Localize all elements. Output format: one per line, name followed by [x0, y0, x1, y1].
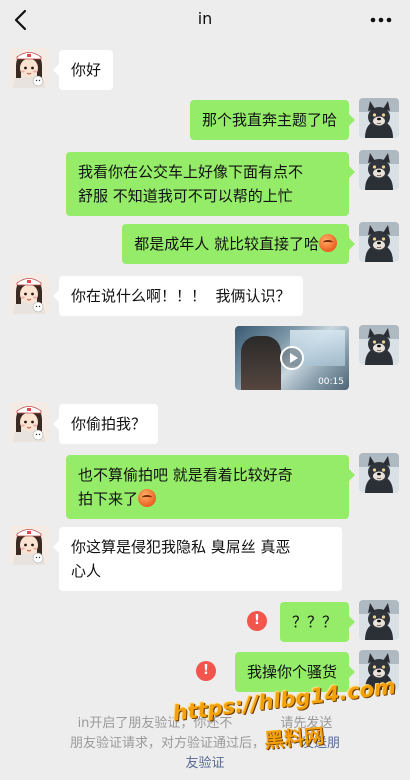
- notice-text: 请先发送: [280, 716, 333, 731]
- message-bubble-incoming[interactable]: 你在说什么啊！！！ 我俩认识？: [53, 276, 303, 316]
- message-text: ？？？: [291, 613, 337, 631]
- video-duration: 00:15: [318, 377, 344, 387]
- chat-title: in: [197, 9, 213, 28]
- contact-avatar[interactable]: [9, 525, 49, 565]
- my-avatar[interactable]: [359, 98, 399, 138]
- message-text-line: 你这算是侵犯我隐私 臭屌丝 真恶: [71, 538, 291, 556]
- message-bubble-incoming[interactable]: 你这算是侵犯我隐私 臭屌丝 真恶 心人: [53, 527, 342, 591]
- contact-avatar[interactable]: [9, 274, 49, 314]
- my-avatar[interactable]: [359, 325, 399, 365]
- message-text: 你偷拍我？: [71, 415, 147, 433]
- contact-avatar[interactable]: [9, 402, 49, 442]
- orange-face-emoji-icon: [319, 234, 337, 252]
- orange-face-emoji-icon: [138, 489, 157, 507]
- message-bubble-outgoing[interactable]: 我操你个骚货: [234, 652, 356, 692]
- ellipsis-icon[interactable]: [368, 8, 394, 32]
- message-bubble-outgoing[interactable]: 那个我直奔主题了哈: [189, 100, 356, 140]
- message-text: 你在说什么啊！！！ 我俩认识？: [71, 287, 291, 305]
- my-avatar[interactable]: [359, 150, 399, 190]
- message-text: 都是成年人 就比较直接了哈: [134, 235, 319, 253]
- message-text-line: 我看你在公交车上好像下面有点不: [78, 163, 304, 181]
- my-avatar[interactable]: [359, 600, 399, 640]
- play-icon[interactable]: [280, 346, 304, 370]
- message-text-line: 心人: [71, 562, 102, 580]
- message-bubble-outgoing[interactable]: ？？？: [279, 602, 356, 642]
- message-text-line: 也不算偷拍吧 就是看着比较好奇: [78, 466, 293, 484]
- message-text: 我操你个骚货: [246, 663, 337, 681]
- send-verification-link[interactable]: 发送朋: [301, 736, 340, 751]
- video-thumbnail-figure: [241, 336, 281, 390]
- message-bubble-outgoing[interactable]: 都是成年人 就比较直接了哈: [122, 224, 355, 264]
- notice-text: 朋友验证请求，对方验证通过后，: [69, 736, 265, 751]
- message-bubble-incoming[interactable]: 你偷拍我？: [52, 404, 159, 444]
- message-bubble-outgoing[interactable]: 我看你在公交车上好像下面有点不 舒服 不知道我可不可以帮的上忙: [66, 152, 355, 216]
- my-avatar[interactable]: [359, 650, 399, 690]
- message-bubble-incoming[interactable]: 你好: [52, 50, 114, 90]
- friend-verification-notice: in开启了朋友验证，你还不 请先发送 朋友验证请求，对方验证通过后， 发送朋 友验证: [38, 714, 372, 774]
- send-failed-icon[interactable]: !: [247, 611, 267, 631]
- send-verification-link[interactable]: 友验证: [185, 756, 224, 771]
- chat-header: in: [0, 0, 410, 40]
- contact-avatar[interactable]: [9, 48, 49, 88]
- my-avatar[interactable]: [359, 222, 399, 262]
- message-bubble-outgoing[interactable]: 也不算偷拍吧 就是看着比较好奇 拍下来了: [66, 455, 355, 519]
- notice-text: in开启了朋友验证，你还不: [77, 716, 233, 731]
- message-text-line: 拍下来了: [78, 490, 139, 508]
- send-failed-icon[interactable]: !: [196, 661, 216, 681]
- my-avatar[interactable]: [359, 453, 399, 493]
- message-text: 你好: [71, 61, 102, 79]
- video-message[interactable]: 00:15: [235, 326, 349, 390]
- message-text-line: 舒服 不知道我可不可以帮的上忙: [78, 187, 293, 205]
- message-text: 那个我直奔主题了哈: [201, 111, 337, 129]
